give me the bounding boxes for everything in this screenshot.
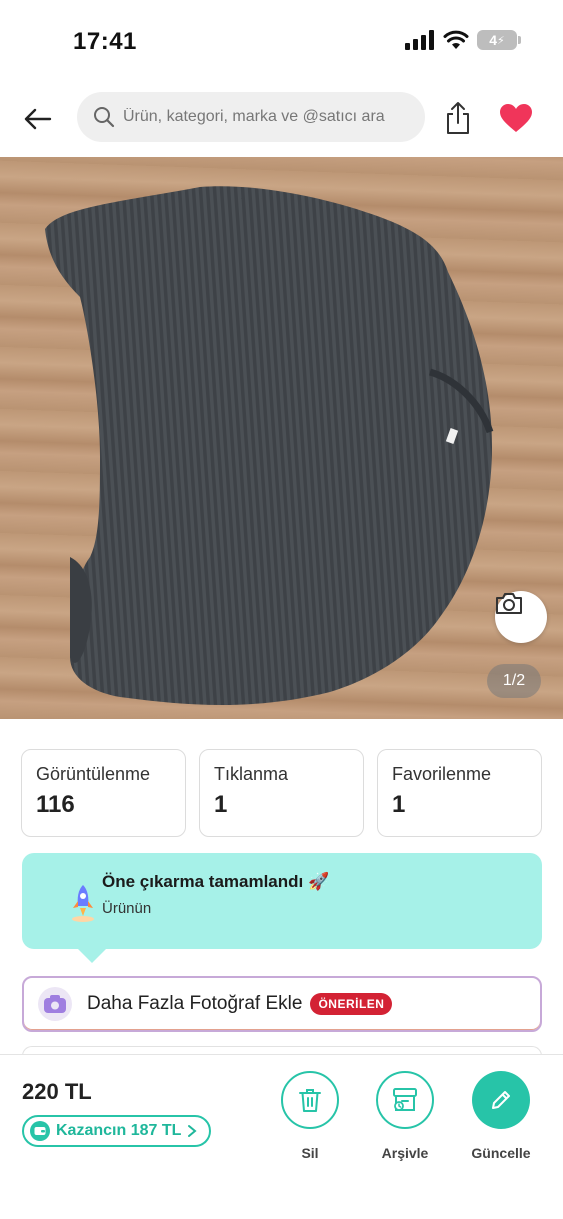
back-button[interactable] — [18, 102, 58, 136]
rocket-icon — [72, 885, 94, 922]
battery-level: 4 — [489, 32, 498, 48]
wifi-icon — [443, 30, 469, 49]
recommended-badge: ÖNERİLEN — [310, 993, 393, 1015]
stat-value: 1 — [392, 791, 406, 818]
boost-subtitle: Ürünün — [102, 900, 152, 917]
pencil-icon — [492, 1091, 510, 1109]
delete-label: Sil — [301, 1145, 319, 1161]
boost-title: Öne çıkarma tamamlandı 🚀 — [102, 872, 330, 891]
add-photo-button[interactable]: Daha Fazla Fotoğraf Ekle ÖNERİLEN — [22, 976, 542, 1032]
arrow-left-icon — [24, 108, 52, 130]
update-button[interactable]: Güncelle — [461, 1071, 541, 1161]
camera-button[interactable] — [495, 591, 547, 643]
chevron-right-icon — [188, 1125, 197, 1137]
update-circle — [472, 1071, 530, 1129]
stat-value: 116 — [36, 791, 75, 818]
stat-value: 1 — [214, 791, 228, 818]
image-page-indicator: 1/2 — [487, 664, 541, 698]
camera-icon — [496, 593, 522, 614]
stat-label: Favorilenme — [392, 764, 492, 784]
search-icon — [94, 107, 115, 128]
status-time: 17:41 — [73, 28, 137, 55]
search-bar[interactable] — [77, 92, 425, 142]
boost-banner[interactable]: Öne çıkarma tamamlandı 🚀 Ürünün — [22, 853, 542, 963]
earnings-label: Kazancın 187 TL — [56, 1122, 182, 1139]
price: 220 TL — [22, 1079, 92, 1104]
header — [0, 88, 563, 148]
archive-label: Arşivle — [381, 1145, 429, 1161]
cellular-signal-icon — [405, 30, 434, 50]
favorite-button[interactable] — [497, 100, 535, 136]
share-button[interactable] — [440, 98, 476, 138]
battery-icon: 4 ⚡ — [477, 30, 521, 50]
photo-icon-wrap — [38, 987, 72, 1021]
stat-label: Görüntülenme — [36, 764, 151, 784]
wallet-icon — [30, 1121, 50, 1141]
archive-icon — [393, 1088, 417, 1111]
delete-circle — [281, 1071, 339, 1129]
product-image[interactable]: 1/2 — [0, 157, 563, 719]
camera-add-icon — [44, 995, 66, 1013]
bottom-action-bar: 220 TL Kazancın 187 TL Sil Arşivle Günce… — [0, 1054, 563, 1219]
trash-icon — [299, 1089, 321, 1112]
stat-card-clicks: Tıklanma 1 — [199, 749, 364, 837]
share-icon — [447, 102, 469, 134]
status-bar: 17:41 4 ⚡ — [0, 0, 563, 80]
stat-card-favorites: Favorilenme 1 — [377, 749, 542, 837]
search-input[interactable] — [123, 108, 413, 126]
heart-icon — [500, 104, 532, 132]
stat-card-views: Görüntülenme 116 — [21, 749, 186, 837]
update-label: Güncelle — [471, 1145, 531, 1161]
earnings-button[interactable]: Kazancın 187 TL — [22, 1115, 212, 1147]
archive-button[interactable]: Arşivle — [365, 1071, 445, 1161]
status-icons: 4 ⚡ — [405, 30, 521, 50]
delete-button[interactable]: Sil — [270, 1071, 350, 1161]
sweater-image — [45, 186, 494, 706]
archive-circle — [376, 1071, 434, 1129]
add-photo-label: Daha Fazla Fotoğraf Ekle — [87, 993, 303, 1014]
stat-label: Tıklanma — [214, 764, 289, 784]
